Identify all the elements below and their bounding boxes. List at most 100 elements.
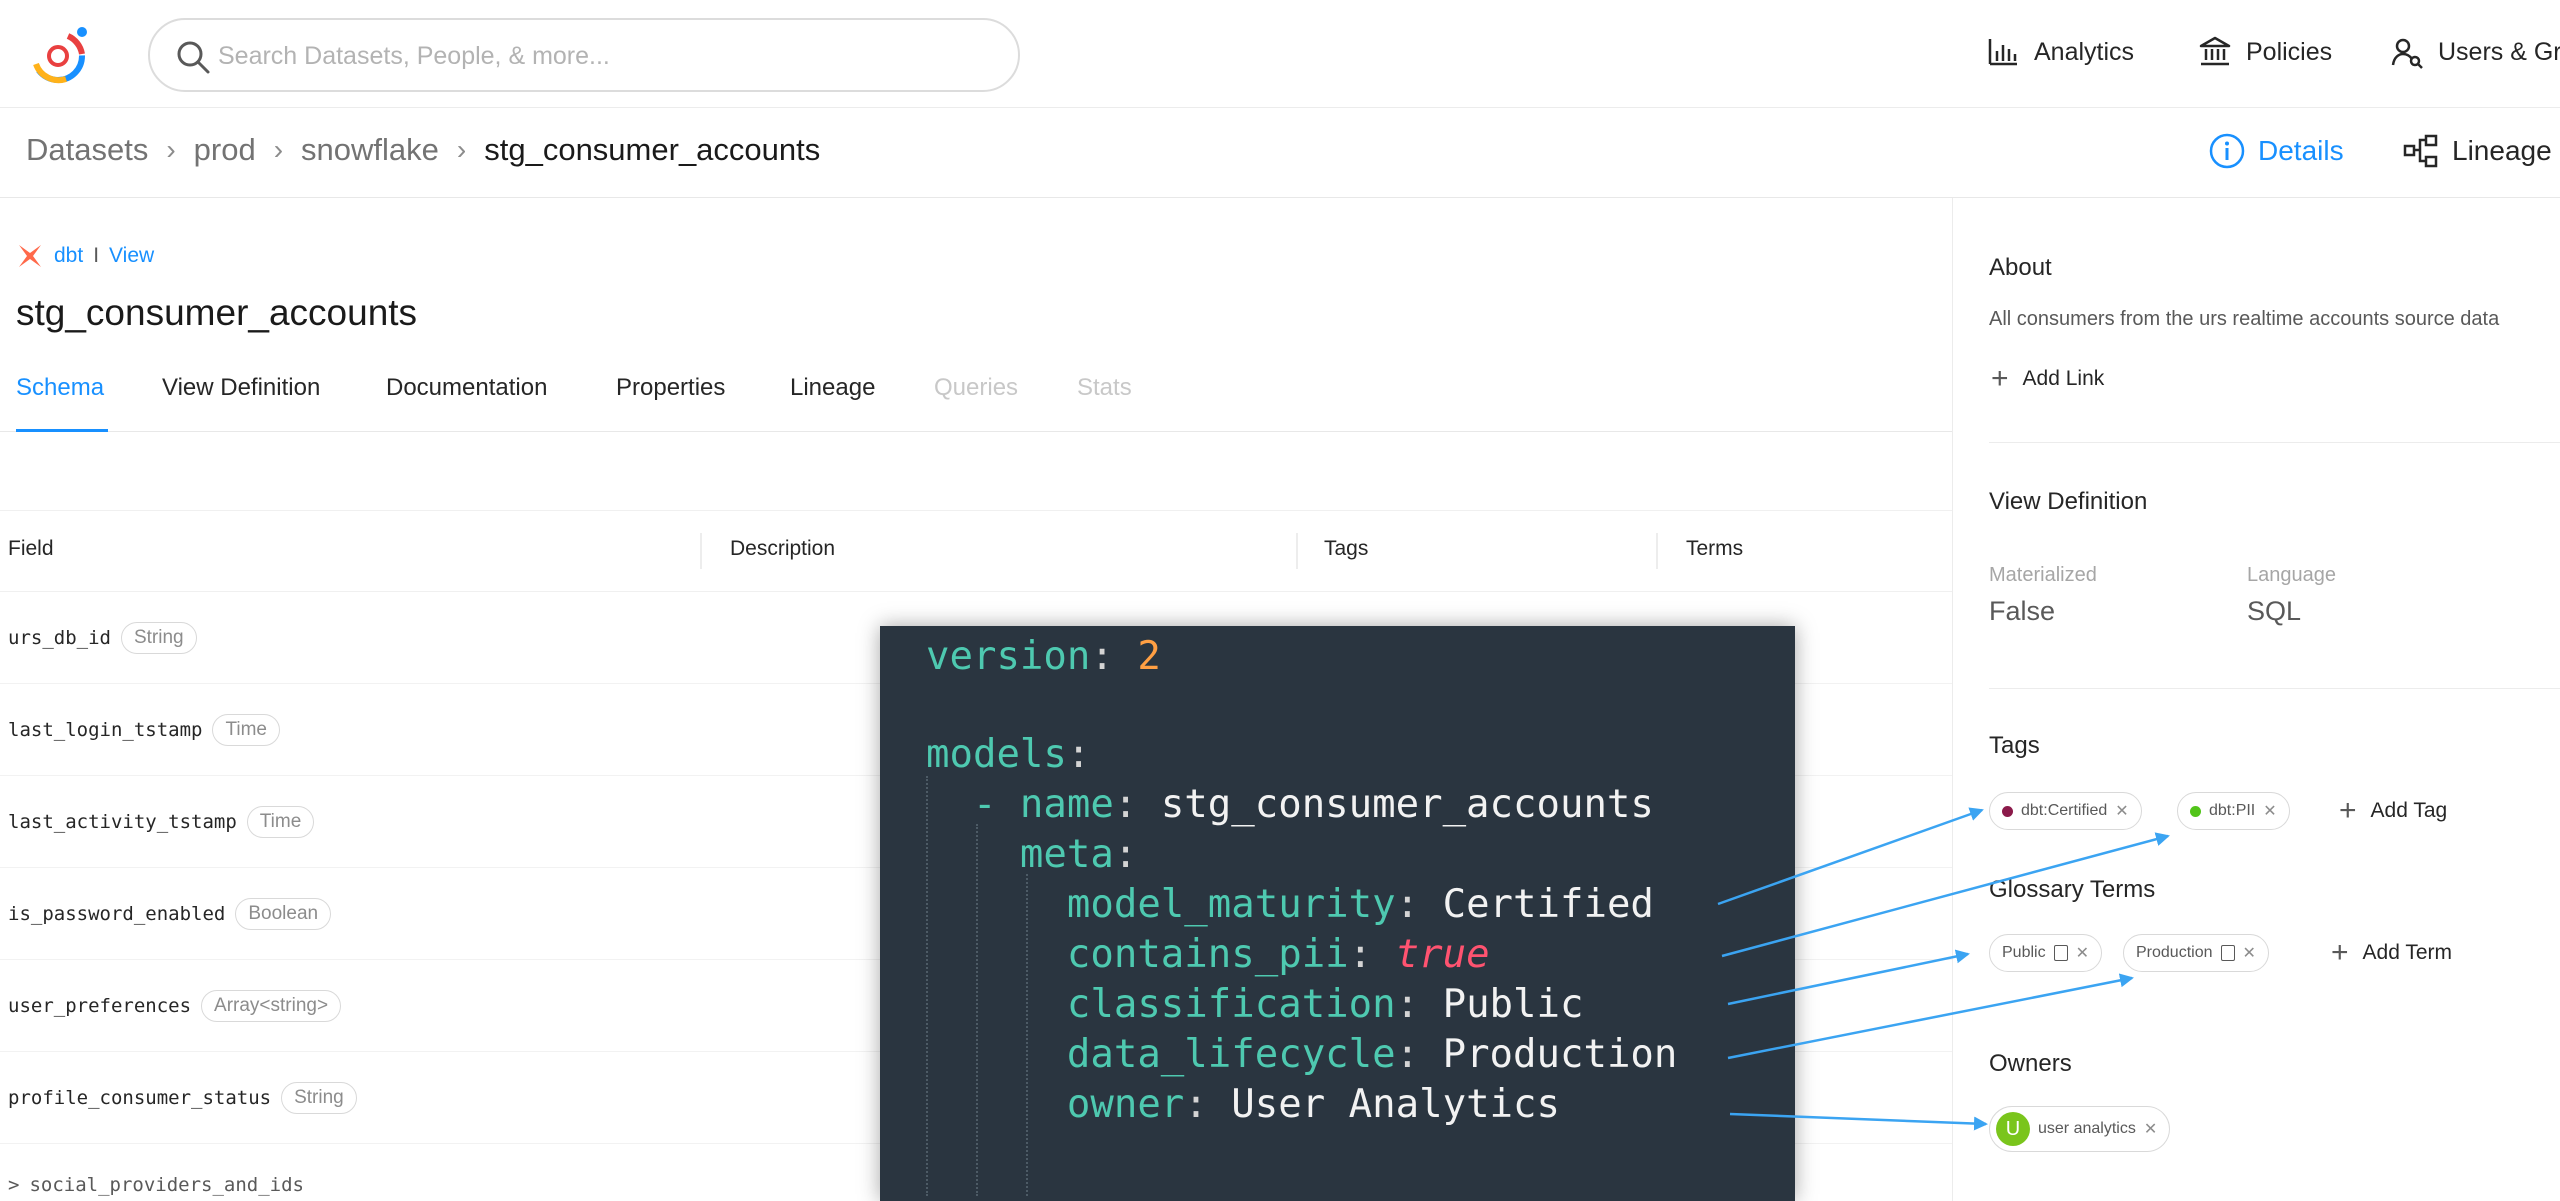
column-divider bbox=[1296, 533, 1298, 569]
tag-label: dbt:Certified bbox=[2021, 802, 2108, 819]
nav-users-groups[interactable]: Users & Gro bbox=[2390, 30, 2560, 74]
remove-owner-icon[interactable]: ✕ bbox=[2144, 1119, 2157, 1139]
tag-color-dot bbox=[2190, 805, 2201, 817]
yaml-key: model_maturity bbox=[1066, 882, 1396, 927]
schema-table-header: Field Description Tags Terms bbox=[0, 510, 1952, 592]
yaml-key: meta bbox=[1019, 832, 1114, 877]
field-type-badge: String bbox=[281, 1082, 357, 1114]
column-divider bbox=[700, 533, 702, 569]
column-header-field[interactable]: Field bbox=[8, 537, 54, 561]
platform-name[interactable]: dbt bbox=[54, 244, 83, 268]
entity-title: stg_consumer_accounts bbox=[16, 292, 418, 333]
bar-chart-icon bbox=[1988, 39, 2017, 66]
tag-chip[interactable]: dbt:PII ✕ bbox=[2177, 792, 2290, 830]
tab-stats: Stats bbox=[1077, 374, 1132, 401]
breadcrumb-current: stg_consumer_accounts bbox=[484, 132, 821, 167]
language-label: Language bbox=[2247, 564, 2336, 586]
dbt-logo-icon bbox=[19, 245, 41, 267]
yaml-key: models bbox=[926, 732, 1067, 777]
view-definition-heading: View Definition bbox=[1989, 488, 2148, 515]
field-name: is_password_enabled bbox=[8, 903, 226, 925]
tags-heading: Tags bbox=[1989, 732, 2040, 759]
code-line-data-lifecycle: data_lifecycle: Production bbox=[1066, 1032, 1678, 1077]
top-navigation: Analytics Policies Users & Gro bbox=[0, 0, 2560, 108]
add-link-button[interactable]: + Add Link bbox=[1991, 364, 2104, 394]
section-divider bbox=[1989, 442, 2560, 443]
entity-type: View bbox=[109, 244, 155, 267]
details-tab[interactable]: Details bbox=[2208, 132, 2344, 170]
column-divider bbox=[1656, 533, 1658, 569]
details-tab-label: Details bbox=[2258, 135, 2344, 166]
section-divider bbox=[1989, 688, 2560, 689]
yaml-key: data_lifecycle bbox=[1066, 1032, 1396, 1077]
bank-icon bbox=[2199, 36, 2231, 66]
materialized-label: Materialized bbox=[1989, 564, 2097, 586]
glossary-terms-heading: Glossary Terms bbox=[1989, 876, 2156, 903]
breadcrumb-separator: › bbox=[456, 134, 467, 165]
breadcrumb-datasets[interactable]: Datasets bbox=[26, 132, 148, 168]
datahub-logo-icon[interactable] bbox=[22, 18, 94, 90]
yaml-value: User Analytics bbox=[1231, 1082, 1560, 1127]
breadcrumb-separator: › bbox=[273, 134, 284, 165]
remove-term-icon[interactable]: ✕ bbox=[2076, 943, 2089, 963]
code-line-meta: meta: bbox=[1019, 832, 1138, 877]
users-icon bbox=[2391, 38, 2423, 69]
breadcrumb: Datasets › prod › snowflake › stg_consum… bbox=[26, 132, 820, 168]
code-line-version: version: 2 bbox=[926, 634, 1161, 679]
nav-analytics-label: Analytics bbox=[2034, 37, 2135, 66]
avatar: U bbox=[1996, 1112, 2030, 1146]
glossary-term-chip[interactable]: Production ✕ bbox=[2123, 934, 2269, 972]
yaml-key: classification bbox=[1066, 982, 1396, 1027]
column-header-terms[interactable]: Terms bbox=[1686, 537, 1743, 561]
column-header-description[interactable]: Description bbox=[730, 537, 835, 561]
remove-term-icon[interactable]: ✕ bbox=[2243, 943, 2256, 963]
owner-label: user analytics bbox=[2038, 1120, 2136, 1137]
tab-lineage[interactable]: Lineage bbox=[790, 374, 875, 402]
nav-policies-label: Policies bbox=[2246, 37, 2333, 66]
remove-tag-icon[interactable]: ✕ bbox=[2115, 801, 2128, 821]
field-name: social_providers_and_ids bbox=[29, 1174, 304, 1196]
add-term-button[interactable]: + Add Term bbox=[2331, 938, 2452, 968]
column-header-tags[interactable]: Tags bbox=[1324, 537, 1368, 561]
entity-sidebar: About All consumers from the urs realtim… bbox=[1952, 198, 2560, 1201]
breadcrumb-prod[interactable]: prod bbox=[194, 132, 256, 168]
expand-chevron-icon[interactable]: > bbox=[8, 1174, 19, 1196]
yaml-boolean: true bbox=[1395, 932, 1490, 977]
about-heading: About bbox=[1989, 254, 2052, 281]
yaml-key: contains_pii bbox=[1066, 932, 1349, 977]
language-value: SQL bbox=[2247, 596, 2302, 626]
tab-schema[interactable]: Schema bbox=[16, 374, 104, 402]
active-tab-indicator bbox=[16, 429, 108, 432]
yaml-key: version bbox=[926, 634, 1091, 679]
book-icon bbox=[2220, 945, 2235, 961]
glossary-term-chip[interactable]: Public ✕ bbox=[1989, 934, 2102, 972]
code-line-model-maturity: model_maturity: Certified bbox=[1066, 882, 1654, 927]
lineage-icon bbox=[2403, 134, 2438, 168]
tag-chip[interactable]: dbt:Certified ✕ bbox=[1989, 792, 2142, 830]
lineage-tab[interactable]: Lineage bbox=[2402, 132, 2552, 170]
owner-chip[interactable]: U user analytics ✕ bbox=[1989, 1106, 2171, 1152]
yaml-value: Public bbox=[1442, 982, 1584, 1027]
code-line-owner: owner: User Analytics bbox=[1066, 1082, 1560, 1127]
field-type-badge: Time bbox=[212, 714, 280, 746]
breadcrumb-snowflake[interactable]: snowflake bbox=[301, 132, 439, 168]
about-description: All consumers from the urs realtime acco… bbox=[1989, 308, 2500, 330]
glossary-term-label: Public bbox=[2002, 944, 2046, 961]
breadcrumb-bar: Datasets › prod › snowflake › stg_consum… bbox=[0, 108, 2560, 198]
tab-documentation[interactable]: Documentation bbox=[386, 374, 547, 402]
code-line-name: - name: stg_consumer_accounts bbox=[926, 782, 1654, 827]
tab-properties[interactable]: Properties bbox=[616, 374, 725, 402]
search-bar[interactable] bbox=[148, 18, 1020, 92]
field-type-badge: String bbox=[120, 622, 197, 654]
yaml-value: stg_consumer_accounts bbox=[1160, 782, 1654, 827]
tab-view-definition[interactable]: View Definition bbox=[162, 374, 320, 402]
nav-policies[interactable]: Policies bbox=[2198, 30, 2332, 74]
book-icon bbox=[2053, 945, 2068, 961]
lineage-tab-label: Lineage bbox=[2452, 135, 2552, 166]
search-input[interactable] bbox=[218, 34, 978, 78]
entity-tabs: Schema View Definition Documentation Pro… bbox=[0, 368, 1952, 432]
nav-analytics[interactable]: Analytics bbox=[1986, 30, 2134, 74]
glossary-term-label: Production bbox=[2136, 944, 2213, 961]
remove-tag-icon[interactable]: ✕ bbox=[2263, 801, 2276, 821]
add-tag-button[interactable]: + Add Tag bbox=[2339, 796, 2447, 826]
